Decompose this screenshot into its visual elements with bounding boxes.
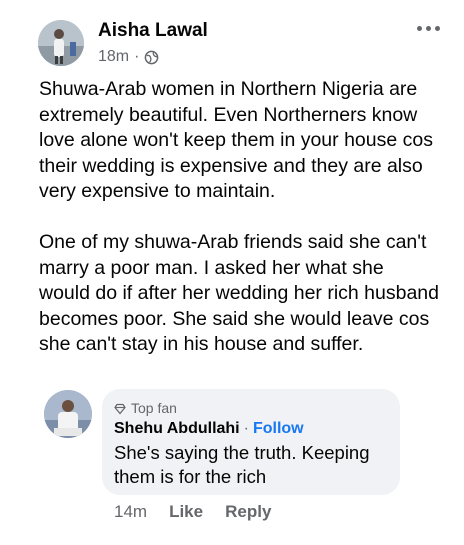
commenter-line: Shehu Abdullahi · Follow xyxy=(114,420,388,438)
dot-icon xyxy=(425,25,431,31)
comment-text: She's saying the truth. Keeping them is … xyxy=(114,442,370,487)
commenter-name[interactable]: Shehu Abdullahi xyxy=(114,420,240,438)
post-paragraph: One of my shuwa-Arab friends said she ca… xyxy=(39,231,439,355)
follow-button[interactable]: Follow xyxy=(253,420,304,438)
meta-separator: · xyxy=(134,48,140,65)
like-button[interactable]: Like xyxy=(169,502,203,522)
globe-icon[interactable] xyxy=(144,50,159,65)
commenter-avatar[interactable] xyxy=(44,390,92,438)
author-avatar[interactable] xyxy=(38,20,84,66)
more-options-icon[interactable] xyxy=(408,16,448,40)
commenter-separator: · xyxy=(243,420,249,437)
diamond-icon xyxy=(114,402,126,415)
dot-icon xyxy=(416,25,422,31)
post-body: Shuwa-Arab women in Northern Nigeria are… xyxy=(39,77,439,358)
comment-time[interactable]: 14m xyxy=(114,502,147,522)
badge-label: Top fan xyxy=(131,400,177,416)
dot-icon xyxy=(434,25,440,31)
post-time[interactable]: 18m xyxy=(98,48,129,66)
comment-bubble: Top fan Shehu Abdullahi · Follow She's s… xyxy=(102,389,400,495)
top-fan-badge: Top fan xyxy=(114,399,388,417)
post-meta: 18m · xyxy=(98,48,159,66)
reply-button[interactable]: Reply xyxy=(225,502,271,522)
post-header: Aisha Lawal 18m · xyxy=(38,14,450,68)
post-author-name[interactable]: Aisha Lawal xyxy=(98,20,208,42)
post-paragraph: Shuwa-Arab women in Northern Nigeria are… xyxy=(39,78,433,202)
comment-actions: 14m Like Reply xyxy=(114,502,271,522)
